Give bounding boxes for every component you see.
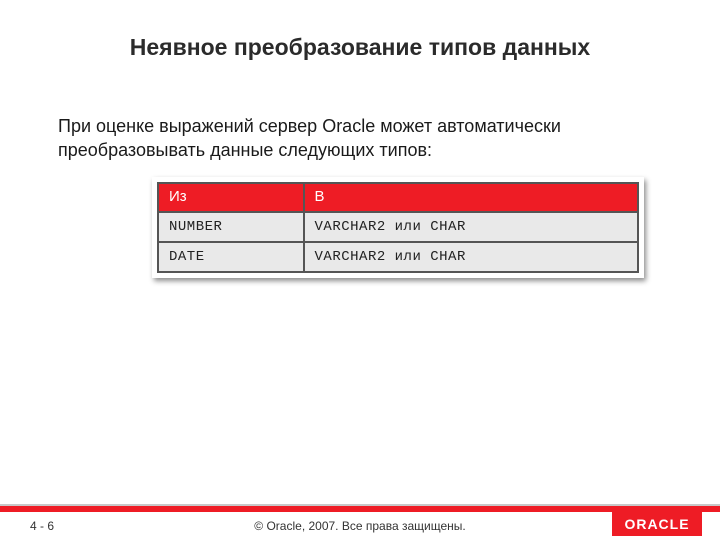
table-header-row: Из В (158, 183, 638, 212)
conversion-table-wrap: Из В NUMBER VARCHAR2 или CHAR DATE VARCH… (152, 177, 644, 278)
cell-from: DATE (158, 242, 304, 272)
oracle-logo-text: ORACLE (624, 516, 689, 532)
table-row: NUMBER VARCHAR2 или CHAR (158, 212, 638, 242)
cell-to: VARCHAR2 или CHAR (304, 212, 638, 242)
cell-to: VARCHAR2 или CHAR (304, 242, 638, 272)
header-to: В (304, 183, 638, 212)
header-from: Из (158, 183, 304, 212)
body-text: При оценке выражений сервер Oracle может… (58, 114, 650, 163)
cell-from: NUMBER (158, 212, 304, 242)
slide-title: Неявное преобразование типов данных (0, 34, 720, 61)
table-row: DATE VARCHAR2 или CHAR (158, 242, 638, 272)
oracle-logo: ORACLE (612, 512, 702, 536)
slide: Неявное преобразование типов данных При … (0, 0, 720, 540)
conversion-table: Из В NUMBER VARCHAR2 или CHAR DATE VARCH… (157, 182, 639, 273)
